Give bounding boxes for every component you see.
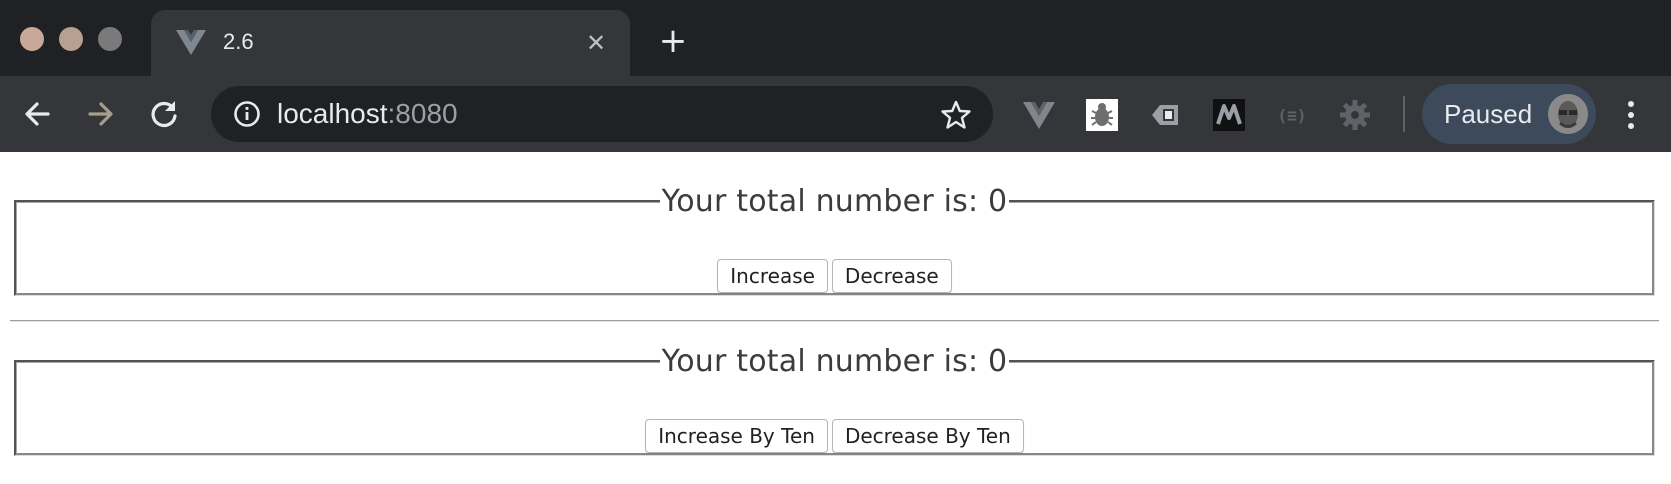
increase-button[interactable]: Increase: [717, 259, 828, 293]
url-text[interactable]: localhost:8080: [277, 98, 458, 130]
profile-button[interactable]: Paused: [1422, 84, 1596, 144]
counter-legend-1: Your total number is: 0: [661, 184, 1008, 219]
tag-icon[interactable]: [1148, 98, 1182, 132]
avatar-face-icon: [1548, 94, 1588, 134]
vue-devtools-icon[interactable]: [1022, 98, 1056, 132]
counter-buttons-1: Increase Decrease: [17, 259, 1652, 293]
bookmark-star-icon[interactable]: [941, 100, 971, 130]
avatar: [1548, 94, 1588, 134]
profile-status-label: Paused: [1444, 99, 1533, 129]
page-content: Your total number is: 0 Increase Decreas…: [0, 152, 1671, 484]
increase-by-ten-button[interactable]: Increase By Ten: [645, 419, 828, 453]
tab-close-icon[interactable]: ✕: [583, 30, 609, 56]
counter-fieldset-1: Your total number is: 0 Increase Decreas…: [14, 184, 1655, 296]
reload-icon[interactable]: [146, 96, 182, 132]
url-host: localhost: [277, 98, 388, 129]
more-menu-icon[interactable]: [1620, 98, 1642, 132]
forward-arrow-icon[interactable]: [82, 96, 118, 132]
mark-icon[interactable]: [1212, 98, 1246, 132]
decrease-button[interactable]: Decrease: [831, 259, 952, 293]
bug-icon[interactable]: [1085, 98, 1119, 132]
browser-toolbar: localhost:8080 (≡) Paused: [0, 76, 1671, 152]
svg-text:(≡): (≡): [1278, 106, 1307, 125]
tab-title: 2.6: [223, 29, 254, 54]
counter-legend-2: Your total number is: 0: [661, 344, 1008, 379]
horizontal-divider: [10, 320, 1659, 322]
window-minimize-button[interactable]: [59, 27, 83, 51]
address-bar[interactable]: localhost:8080: [211, 86, 993, 142]
decrease-by-ten-button[interactable]: Decrease By Ten: [831, 419, 1024, 453]
browser-titlebar: 2.6 ✕ +: [0, 0, 1671, 76]
browser-tab[interactable]: 2.6 ✕: [151, 10, 630, 76]
back-arrow-icon[interactable]: [20, 96, 56, 132]
counter-buttons-2: Increase By Ten Decrease By Ten: [17, 419, 1652, 453]
vue-logo-icon: [176, 30, 206, 55]
window-zoom-button[interactable]: [98, 27, 122, 51]
window-close-button[interactable]: [20, 27, 44, 51]
counter-fieldset-2: Your total number is: 0 Increase By Ten …: [14, 344, 1655, 456]
info-icon[interactable]: [233, 100, 261, 128]
url-port: :8080: [387, 98, 458, 129]
braces-icon[interactable]: (≡): [1275, 98, 1309, 132]
new-tab-button[interactable]: +: [658, 24, 688, 58]
toolbar-separator: [1403, 96, 1405, 132]
gear-icon[interactable]: [1338, 98, 1372, 132]
